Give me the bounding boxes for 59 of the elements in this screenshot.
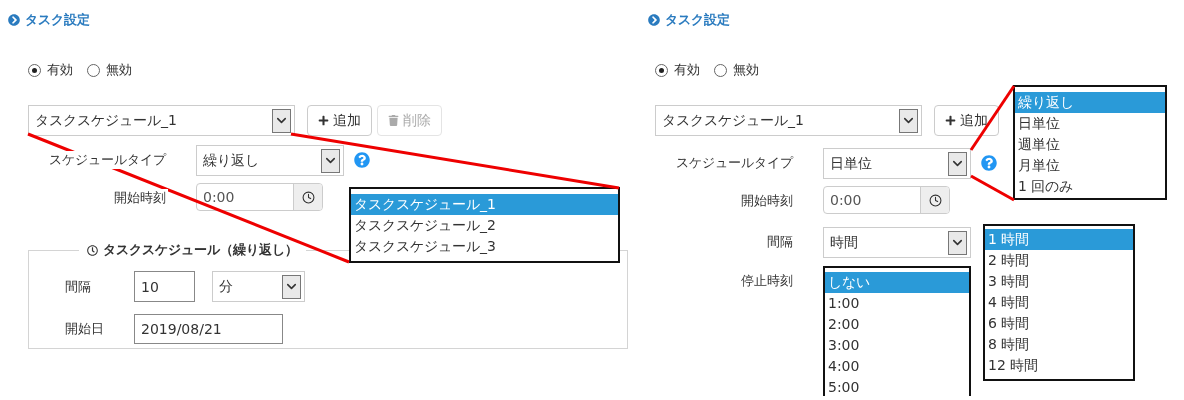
plus-icon — [318, 115, 329, 126]
field-label: 開始日 — [65, 320, 105, 338]
toolbar-button[interactable]: 追加 — [307, 105, 372, 136]
dropdown-option[interactable]: 4:00 — [825, 356, 969, 377]
schedule-select[interactable]: タスクスケジュール_1 — [655, 105, 922, 136]
dropdown-option[interactable]: 2:00 — [825, 314, 969, 335]
select-field[interactable]: 時間 — [823, 227, 971, 258]
radio-button[interactable] — [655, 63, 668, 77]
time-field[interactable]: 0:00 — [196, 183, 323, 211]
radio-button[interactable] — [714, 63, 727, 77]
help-icon[interactable] — [981, 155, 997, 171]
dropdown-option[interactable]: タスクスケジュール_3 — [351, 236, 618, 257]
field-label: 開始時刻 — [739, 192, 795, 210]
dropdown-option[interactable]: 3 時間 — [985, 271, 1133, 292]
date-field[interactable]: 2019/08/21 — [134, 314, 283, 344]
dropdown-option[interactable]: 1 回のみ — [1015, 176, 1165, 197]
dropdown-option[interactable]: タスクスケジュール_2 — [351, 215, 618, 236]
radio-button[interactable] — [87, 63, 100, 77]
clock-icon — [87, 244, 98, 256]
dropdown-option[interactable]: 日単位 — [1015, 113, 1165, 134]
number-field[interactable]: 10 — [134, 271, 195, 302]
radio-button[interactable] — [28, 63, 41, 77]
dropdown-option[interactable]: 8 時間 — [985, 334, 1133, 355]
radio-label: 有効 — [47, 61, 73, 79]
dropdown-option[interactable]: 4 時間 — [985, 292, 1133, 313]
chevron-right-icon — [648, 14, 660, 26]
field-label: スケジュールタイプ — [674, 154, 795, 172]
field-label: 間隔 — [765, 233, 795, 251]
dropdown-option[interactable]: 月単位 — [1015, 155, 1165, 176]
clock-icon — [301, 190, 315, 204]
field-label: 開始時刻 — [112, 189, 168, 207]
dropdown-option[interactable]: 週単位 — [1015, 134, 1165, 155]
dropdown-option[interactable]: 6 時間 — [985, 313, 1133, 334]
radio-label: 有効 — [674, 61, 700, 79]
section-title: タスク設定 — [25, 11, 90, 29]
section-title: タスク設定 — [665, 11, 730, 29]
dropdown-option[interactable]: 1:00 — [825, 293, 969, 314]
select-field[interactable]: 繰り返し — [196, 145, 344, 176]
clock-icon — [928, 193, 942, 207]
time-field[interactable]: 0:00 — [823, 186, 950, 214]
radio-label: 無効 — [106, 61, 132, 79]
chevron-right-icon — [8, 14, 20, 26]
toolbar-button[interactable]: 追加 — [934, 105, 999, 136]
dropdown-option[interactable]: 3:00 — [825, 335, 969, 356]
fieldset-legend: タスクスケジュール（繰り返し） — [103, 241, 298, 259]
unit-select[interactable]: 分 — [212, 271, 305, 302]
field-label: 停止時刻 — [739, 272, 795, 290]
field-label: 間隔 — [65, 277, 92, 296]
schedule-select[interactable]: タスクスケジュール_1 — [28, 105, 295, 136]
trash-icon — [388, 115, 399, 126]
dropdown-option[interactable]: 12 時間 — [985, 355, 1133, 376]
help-icon[interactable] — [354, 152, 370, 168]
callout-line — [970, 174, 1015, 202]
radio-label: 無効 — [733, 61, 759, 79]
dropdown-option[interactable]: 2 時間 — [985, 250, 1133, 271]
dropdown-option[interactable]: 5:00 — [825, 377, 969, 396]
select-field[interactable]: 日単位 — [823, 148, 971, 179]
plus-icon — [945, 115, 956, 126]
field-label: スケジュールタイプ — [47, 151, 168, 169]
